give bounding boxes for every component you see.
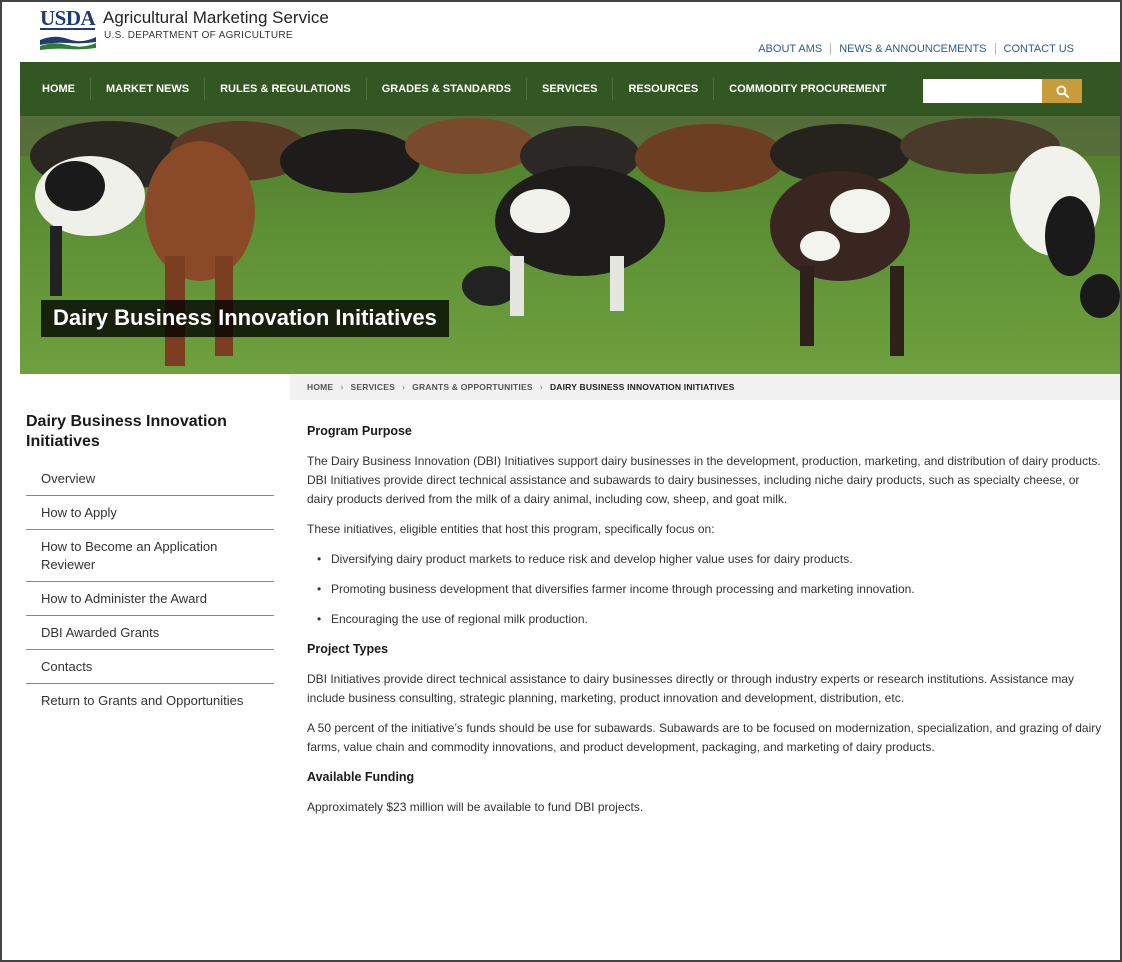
sidebar-item-administer-award[interactable]: How to Administer the Award <box>26 582 274 616</box>
list-item: Diversifying dairy product markets to re… <box>317 550 1102 569</box>
nav-rules-regulations[interactable]: RULES & REGULATIONS <box>204 78 366 100</box>
page-title: Dairy Business Innovation Initiatives <box>41 300 449 337</box>
breadcrumb-home[interactable]: HOME <box>307 382 333 392</box>
breadcrumb-grants-opportunities[interactable]: GRANTS & OPPORTUNITIES <box>412 382 533 392</box>
usda-logo-mark: USDA <box>40 6 98 50</box>
hero-banner: Dairy Business Innovation Initiatives <box>20 116 1120 374</box>
nav-grades-standards[interactable]: GRADES & STANDARDS <box>365 78 526 100</box>
sidebar-item-how-to-apply[interactable]: How to Apply <box>26 496 274 530</box>
usda-waves-icon <box>40 36 96 50</box>
focus-list: Diversifying dairy product markets to re… <box>317 550 1102 629</box>
nav-commodity-procurement[interactable]: COMMODITY PROCUREMENT <box>713 78 901 100</box>
site-header: USDA Agricultural Marketing Service U.S.… <box>2 2 1120 62</box>
nav-services[interactable]: SERVICES <box>526 78 612 100</box>
sidebar-title: Dairy Business Innovation Initiatives <box>26 413 227 450</box>
department-name: U.S. DEPARTMENT OF AGRICULTURE <box>104 30 293 41</box>
main-content: Program Purpose The Dairy Business Innov… <box>290 400 1120 960</box>
sidebar-menu: Overview How to Apply How to Become an A… <box>26 462 274 717</box>
breadcrumb: HOME › SERVICES › GRANTS & OPPORTUNITIES… <box>290 374 1120 400</box>
project-types-heading: Project Types <box>307 642 389 656</box>
page-frame: USDA Agricultural Marketing Service U.S.… <box>0 0 1122 962</box>
list-item: Promoting business development that dive… <box>317 580 1102 599</box>
program-purpose-heading: Program Purpose <box>307 424 412 438</box>
sidebar-item-become-reviewer[interactable]: How to Become an Application Reviewer <box>26 530 274 582</box>
search-input[interactable] <box>923 79 1042 103</box>
about-ams-link[interactable]: ABOUT AMS <box>750 43 830 55</box>
sidebar-item-overview[interactable]: Overview <box>26 462 274 496</box>
available-funding-heading: Available Funding <box>307 770 415 784</box>
available-funding-paragraph: Approximately $23 million will be availa… <box>307 800 644 814</box>
breadcrumb-separator-icon: › <box>340 382 344 392</box>
nav-home[interactable]: HOME <box>20 78 90 100</box>
breadcrumb-current: DAIRY BUSINESS INNOVATION INITIATIVES <box>549 382 735 392</box>
main-nav: HOME MARKET NEWS RULES & REGULATIONS GRA… <box>20 62 1120 116</box>
project-types-paragraph: DBI Initiatives provide direct technical… <box>307 672 1075 705</box>
focus-intro-paragraph: These initiatives, eligible entities tha… <box>307 522 715 536</box>
nav-resources[interactable]: RESOURCES <box>612 78 713 100</box>
search-icon <box>1055 84 1069 98</box>
usda-logo-text: USDA <box>40 6 96 30</box>
contact-us-link[interactable]: CONTACT US <box>994 43 1083 55</box>
sidebar-item-awarded-grants[interactable]: DBI Awarded Grants <box>26 616 274 650</box>
list-item: Encouraging the use of regional milk pro… <box>317 610 1102 629</box>
utility-links: ABOUT AMS NEWS & ANNOUNCEMENTS CONTACT U… <box>750 43 1082 55</box>
agency-name: Agricultural Marketing Service <box>103 8 329 27</box>
breadcrumb-separator-icon: › <box>539 382 543 392</box>
sidebar: Dairy Business Innovation Initiatives Ov… <box>2 400 290 960</box>
sidebar-item-return-grants[interactable]: Return to Grants and Opportunities <box>26 684 274 717</box>
breadcrumb-services[interactable]: SERVICES <box>351 382 395 392</box>
sidebar-item-contacts[interactable]: Contacts <box>26 650 274 684</box>
program-purpose-paragraph: The Dairy Business Innovation (DBI) Init… <box>307 454 1101 506</box>
breadcrumb-separator-icon: › <box>401 382 406 392</box>
subawards-paragraph: A 50 percent of the initiative’s funds s… <box>307 721 1102 754</box>
search-button[interactable] <box>1042 79 1082 103</box>
nav-market-news[interactable]: MARKET NEWS <box>90 78 204 100</box>
usda-logo[interactable]: USDA Agricultural Marketing Service U.S.… <box>40 6 370 56</box>
news-announcements-link[interactable]: NEWS & ANNOUNCEMENTS <box>830 43 994 55</box>
